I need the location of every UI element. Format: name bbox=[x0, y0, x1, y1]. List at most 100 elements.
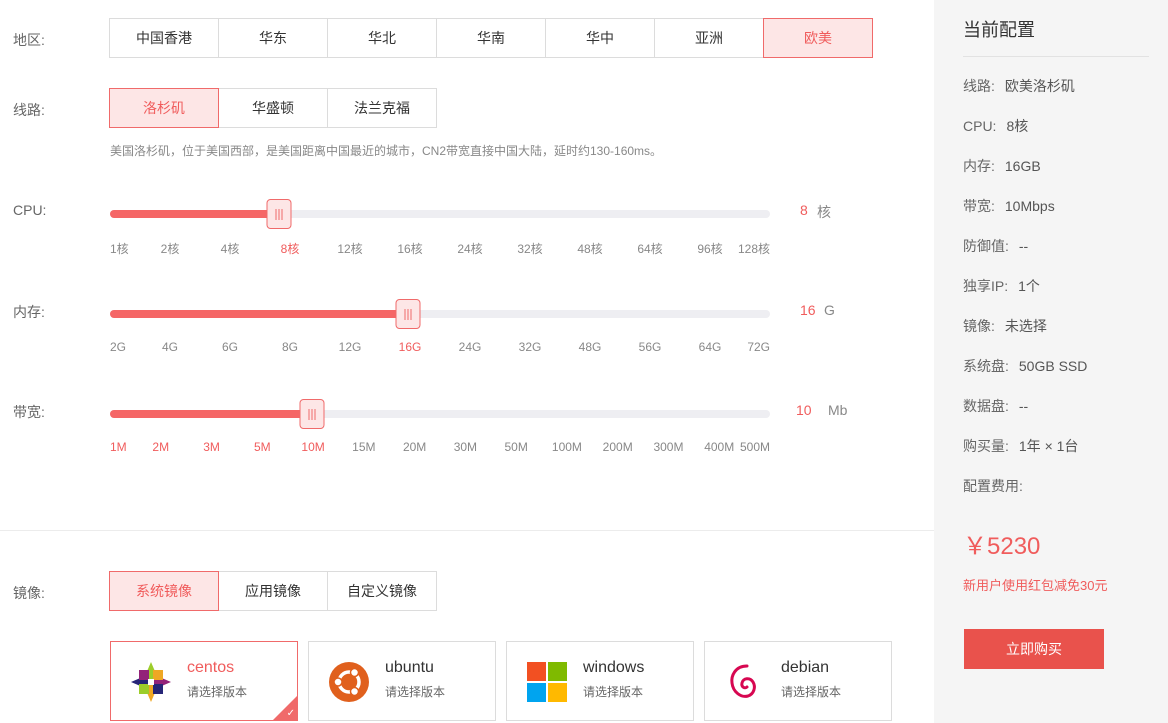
os-version-hint: 请选择版本 bbox=[583, 685, 644, 699]
slider-tick-label[interactable]: 12核 bbox=[337, 240, 362, 257]
buy-button[interactable]: 立即购买 bbox=[964, 629, 1104, 669]
summary-item-value: 欧美洛杉矶 bbox=[1004, 78, 1075, 94]
tab-app-image[interactable]: 应用镜像 bbox=[218, 571, 328, 611]
cpu-value: 8 bbox=[800, 202, 808, 218]
summary-item-value: 1年 × 1台 bbox=[1018, 438, 1079, 454]
line-description: 美国洛杉矶，位于美国西部，是美国距离中国最近的城市，CN2带宽直接中国大陆，延时… bbox=[110, 144, 663, 158]
os-version-hint: 请选择版本 bbox=[187, 685, 248, 699]
os-card-debian[interactable]: debian 请选择版本 bbox=[704, 641, 892, 721]
summary-item: 配置费用: bbox=[963, 476, 1033, 496]
summary-item-value: 未选择 bbox=[1004, 318, 1047, 334]
region-option-south[interactable]: 华南 bbox=[436, 18, 546, 58]
slider-handle[interactable] bbox=[266, 199, 292, 229]
summary-item-value: 8核 bbox=[1006, 118, 1029, 134]
slider-tick-label[interactable]: 48核 bbox=[577, 240, 602, 257]
bandwidth-unit: Mb bbox=[828, 402, 848, 418]
summary-item: 线路: 欧美洛杉矶 bbox=[963, 76, 1075, 96]
slider-handle[interactable] bbox=[299, 399, 325, 429]
slider-tick-label[interactable]: 2核 bbox=[161, 240, 180, 257]
slider-tick-label[interactable]: 4核 bbox=[221, 240, 240, 257]
region-option-central[interactable]: 华中 bbox=[545, 18, 655, 58]
slider-tick-label[interactable]: 64G bbox=[699, 340, 722, 354]
line-option-la[interactable]: 洛杉矶 bbox=[109, 88, 219, 128]
slider-tick-label[interactable]: 500M bbox=[740, 440, 770, 454]
slider-tick-label[interactable]: 400M bbox=[704, 440, 734, 454]
slider-tick-label[interactable]: 100M bbox=[552, 440, 582, 454]
os-card-ubuntu[interactable]: ubuntu 请选择版本 bbox=[308, 641, 496, 721]
slider-tick-label[interactable]: 16核 bbox=[397, 240, 422, 257]
slider-tick-label[interactable]: 50M bbox=[504, 440, 527, 454]
slider-tick-label[interactable]: 72G bbox=[747, 340, 770, 354]
total-price: ￥5230 bbox=[963, 533, 1041, 560]
summary-item-value: 16GB bbox=[1004, 158, 1041, 174]
slider-tick-label[interactable]: 32核 bbox=[517, 240, 542, 257]
slider-tick-label[interactable]: 56G bbox=[639, 340, 662, 354]
os-card-centos[interactable]: centos 请选择版本 ✓ bbox=[110, 641, 298, 721]
slider-tick-label[interactable]: 8G bbox=[282, 340, 298, 354]
slider-fill bbox=[110, 410, 313, 418]
memory-slider[interactable]: 2G 4G 6G 8G 12G 16G 24G 32G 48G 56G 64G 72G bbox=[110, 299, 770, 364]
region-option-euam[interactable]: 欧美 bbox=[763, 18, 873, 58]
slider-tick-label[interactable]: 48G bbox=[579, 340, 602, 354]
slider-tick-label[interactable]: 96核 bbox=[697, 240, 722, 257]
slider-tick-label[interactable]: 128核 bbox=[738, 240, 770, 257]
slider-tick-label[interactable]: 32G bbox=[519, 340, 542, 354]
tab-custom-image[interactable]: 自定义镜像 bbox=[327, 571, 437, 611]
summary-item: CPU: 8核 bbox=[963, 116, 1028, 136]
line-option-frankfurt[interactable]: 法兰克福 bbox=[327, 88, 437, 128]
region-option-north[interactable]: 华北 bbox=[327, 18, 437, 58]
slider-fill bbox=[110, 310, 408, 318]
slider-tick-label[interactable]: 3M bbox=[203, 440, 220, 454]
summary-item-key: 镜像: bbox=[963, 318, 995, 334]
slider-tick-label[interactable]: 1核 bbox=[110, 240, 129, 257]
region-option-hk[interactable]: 中国香港 bbox=[109, 18, 219, 58]
summary-item-value: -- bbox=[1018, 238, 1029, 254]
slider-tick-label[interactable]: 16G bbox=[399, 340, 422, 354]
tab-system-image[interactable]: 系统镜像 bbox=[109, 571, 219, 611]
os-version-hint: 请选择版本 bbox=[781, 685, 842, 699]
slider-handle[interactable] bbox=[395, 299, 421, 329]
slider-tick-label[interactable]: 5M bbox=[254, 440, 271, 454]
slider-tick-label[interactable]: 30M bbox=[454, 440, 477, 454]
summary-item-key: 配置费用: bbox=[963, 478, 1023, 494]
summary-panel: 当前配置 线路: 欧美洛杉矶 CPU: 8核 内存: 16GB 带宽: 10Mbps 防御值: -… bbox=[934, 0, 1168, 723]
slider-tick-label[interactable]: 15M bbox=[352, 440, 375, 454]
summary-item: 系统盘: 50GB SSD bbox=[963, 356, 1087, 376]
summary-item-key: 带宽: bbox=[963, 198, 995, 214]
slider-tick-label[interactable]: 4G bbox=[162, 340, 178, 354]
summary-item-value: 1个 bbox=[1018, 278, 1040, 294]
slider-tick-label[interactable]: 2M bbox=[152, 440, 169, 454]
slider-tick-label[interactable]: 200M bbox=[603, 440, 633, 454]
slider-tick-label[interactable]: 24G bbox=[459, 340, 482, 354]
slider-tick-label[interactable]: 2G bbox=[110, 340, 126, 354]
slider-tick-label[interactable]: 64核 bbox=[637, 240, 662, 257]
line-option-dc[interactable]: 华盛顿 bbox=[218, 88, 328, 128]
os-name: debian bbox=[781, 659, 830, 676]
image-tabs: 系统镜像 应用镜像 自定义镜像 bbox=[109, 571, 437, 611]
section-divider bbox=[0, 530, 934, 531]
slider-tick-label[interactable]: 24核 bbox=[457, 240, 482, 257]
bandwidth-label: 带宽: bbox=[13, 404, 45, 420]
memory-unit: G bbox=[824, 302, 835, 318]
summary-item-key: 防御值: bbox=[963, 238, 1009, 254]
summary-title: 当前配置 bbox=[963, 20, 1035, 40]
slider-tick-label[interactable]: 6G bbox=[222, 340, 238, 354]
summary-item-key: 系统盘: bbox=[963, 358, 1009, 374]
line-selector: 洛杉矶 华盛顿 法兰克福 bbox=[109, 88, 437, 128]
memory-value: 16 bbox=[800, 302, 816, 318]
summary-item-key: 数据盘: bbox=[963, 398, 1009, 414]
slider-tick-label[interactable]: 20M bbox=[403, 440, 426, 454]
image-label: 镜像: bbox=[13, 585, 45, 601]
region-option-asia[interactable]: 亚洲 bbox=[654, 18, 764, 58]
cpu-slider[interactable]: 1核 2核 4核 8核 12核 16核 24核 32核 48核 64核 96核 128核 bbox=[110, 199, 770, 264]
slider-tick-label[interactable]: 10M bbox=[301, 440, 324, 454]
summary-item: 内存: 16GB bbox=[963, 156, 1041, 176]
slider-tick-label[interactable]: 1M bbox=[110, 440, 127, 454]
summary-item-key: 线路: bbox=[963, 78, 995, 94]
os-card-windows[interactable]: windows 请选择版本 bbox=[506, 641, 694, 721]
slider-tick-label[interactable]: 12G bbox=[339, 340, 362, 354]
region-option-east[interactable]: 华东 bbox=[218, 18, 328, 58]
slider-tick-label[interactable]: 300M bbox=[653, 440, 683, 454]
slider-tick-label[interactable]: 8核 bbox=[281, 240, 300, 257]
bandwidth-slider[interactable]: 1M 2M 3M 5M 10M 15M 20M 30M 50M 100M 200M 300M 400M 5… bbox=[110, 399, 770, 464]
